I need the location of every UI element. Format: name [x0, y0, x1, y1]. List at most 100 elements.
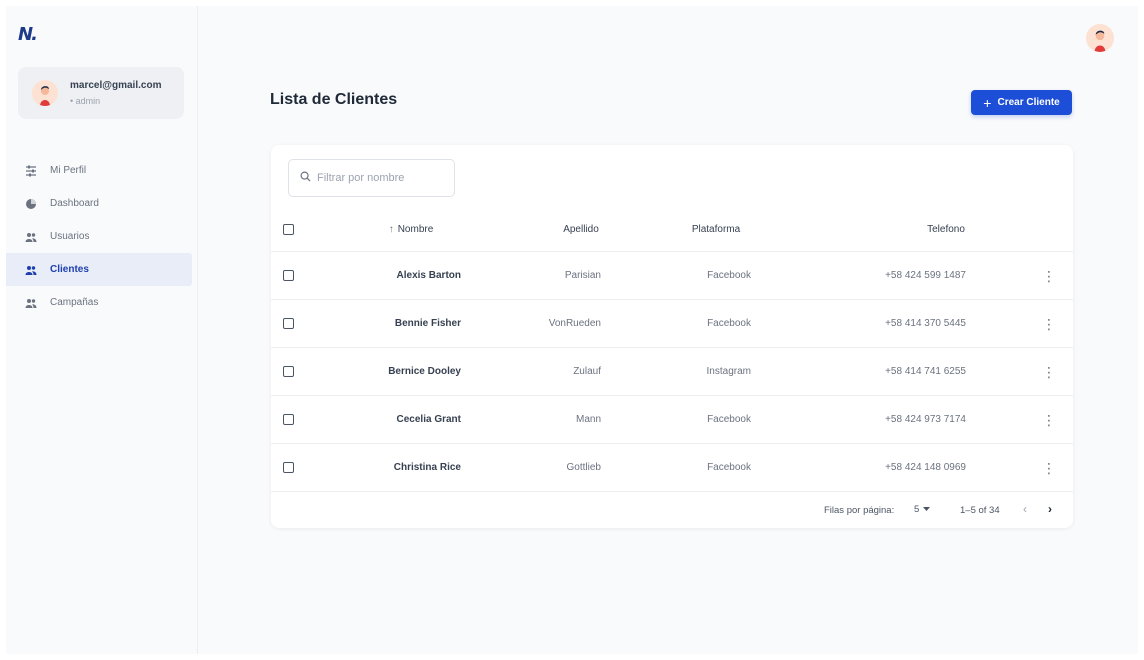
search-input[interactable]: [317, 172, 447, 184]
sidebar-item-label: Dashboard: [50, 198, 99, 209]
cell-apellido: Mann: [575, 414, 601, 425]
rows-per-page-value: 5: [914, 504, 920, 515]
user-email: marcel@gmail.com: [70, 80, 162, 91]
user-role: • admin: [70, 96, 101, 106]
column-header-label: Nombre: [397, 223, 434, 235]
table-row[interactable]: Bernice Dooley Zulauf Instagram +58 414 …: [271, 348, 1073, 396]
create-client-label: Crear Cliente: [997, 97, 1060, 108]
row-select-cell: [283, 300, 294, 347]
row-checkbox[interactable]: [283, 270, 294, 281]
cell-telefono: +58 424 148 0969: [885, 462, 966, 473]
avatar-icon: [1086, 24, 1114, 52]
row-checkbox[interactable]: [283, 318, 294, 329]
sort-arrow-icon: ↑: [388, 223, 394, 235]
create-client-button[interactable]: + Crear Cliente: [971, 90, 1072, 115]
people-icon: [24, 263, 37, 276]
row-select-cell: [283, 444, 294, 491]
chevron-left-icon[interactable]: ‹: [1023, 502, 1027, 516]
header-avatar[interactable]: [1086, 24, 1114, 52]
people-icon: [24, 296, 37, 309]
sidebar-item-mi-perfil[interactable]: Mi Perfil: [6, 154, 198, 187]
table-row[interactable]: Bennie Fisher VonRueden Facebook +58 414…: [271, 300, 1073, 348]
row-select-cell: [283, 396, 294, 443]
sidebar-item-label: Mi Perfil: [50, 165, 87, 176]
clients-table-card: ↑ Nombre Apellido Plataforma Telefono Al…: [271, 145, 1073, 528]
select-all-cell: [283, 207, 294, 251]
row-select-cell: [283, 252, 294, 299]
more-vertical-icon[interactable]: ⋮: [1042, 317, 1056, 331]
table-pagination: Filas por página: 5 1–5 of 34 ‹ ›: [271, 492, 1073, 528]
sidebar-item-label: Clientes: [50, 264, 89, 275]
sidebar-item-label: Usuarios: [50, 231, 90, 242]
chevron-right-icon[interactable]: ›: [1048, 502, 1052, 516]
cell-plataforma: Facebook: [707, 414, 751, 425]
cell-telefono: +58 414 370 5445: [885, 318, 966, 329]
cell-telefono: +58 424 973 7174: [885, 414, 966, 425]
cell-plataforma: Instagram: [706, 366, 751, 377]
pie-chart-icon: [24, 197, 37, 210]
plus-icon: +: [983, 94, 992, 111]
cell-apellido: Parisian: [564, 270, 601, 281]
row-menu-cell: ⋮: [1039, 396, 1059, 443]
column-header-telefono[interactable]: Telefono: [896, 207, 996, 251]
table-row[interactable]: Cecelia Grant Mann Facebook +58 424 973 …: [271, 396, 1073, 444]
cell-telefono: +58 414 741 6255: [885, 366, 966, 377]
logo-text: N.: [18, 24, 38, 45]
cell-apellido: Gottlieb: [566, 462, 601, 473]
user-role-text: admin: [75, 96, 101, 106]
main-content: Lista de Clientes + Crear Cliente ↑ Nomb…: [198, 6, 1138, 654]
row-menu-cell: ⋮: [1039, 348, 1059, 395]
rows-per-page-label: Filas por página:: [824, 505, 895, 516]
cell-nombre: Bernice Dooley: [388, 366, 461, 377]
column-header-plataforma[interactable]: Plataforma: [666, 207, 766, 251]
row-menu-cell: ⋮: [1039, 444, 1059, 491]
sidebar-item-dashboard[interactable]: Dashboard: [6, 187, 198, 220]
cell-nombre: Christina Rice: [393, 462, 461, 473]
table-row[interactable]: Alexis Barton Parisian Facebook +58 424 …: [271, 252, 1073, 300]
search-box[interactable]: [288, 159, 455, 197]
column-header-label: Plataforma: [691, 223, 741, 235]
sidebar: N. marcel@gmail.com • admin Mi Perfil Da…: [6, 6, 198, 654]
page-range: 1–5 of 34: [960, 505, 1000, 516]
page-title: Lista de Clientes: [270, 91, 398, 108]
sidebar-nav: Mi Perfil Dashboard Usuarios Clientes Ca…: [6, 154, 198, 319]
app-frame: N. marcel@gmail.com • admin Mi Perfil Da…: [6, 6, 1138, 654]
column-header-apellido[interactable]: Apellido: [531, 207, 631, 251]
sidebar-item-clientes[interactable]: Clientes: [6, 253, 192, 286]
user-card[interactable]: marcel@gmail.com • admin: [18, 67, 184, 119]
avatar: [32, 80, 58, 106]
cell-nombre: Alexis Barton: [396, 270, 461, 281]
row-checkbox[interactable]: [283, 414, 294, 425]
rows-per-page-select[interactable]: 5: [914, 504, 931, 515]
row-checkbox[interactable]: [283, 366, 294, 377]
cell-nombre: Bennie Fisher: [394, 318, 461, 329]
caret-down-icon: [923, 504, 931, 515]
more-vertical-icon[interactable]: ⋮: [1042, 461, 1056, 475]
cell-nombre: Cecelia Grant: [396, 414, 461, 425]
cell-apellido: VonRueden: [548, 318, 601, 329]
row-menu-cell: ⋮: [1039, 252, 1059, 299]
cell-apellido: Zulauf: [573, 366, 601, 377]
table-header-row: ↑ Nombre Apellido Plataforma Telefono: [271, 207, 1073, 252]
avatar-icon: [32, 80, 58, 106]
column-header-label: Telefono: [927, 223, 965, 235]
select-all-checkbox[interactable]: [283, 223, 294, 235]
logo[interactable]: N.: [18, 24, 58, 48]
more-vertical-icon[interactable]: ⋮: [1042, 365, 1056, 379]
people-icon: [24, 230, 37, 243]
search-icon: [300, 169, 311, 187]
column-header-nombre[interactable]: ↑ Nombre: [366, 207, 456, 251]
column-header-label: Apellido: [563, 223, 599, 235]
row-menu-cell: ⋮: [1039, 300, 1059, 347]
cell-plataforma: Facebook: [707, 318, 751, 329]
more-vertical-icon[interactable]: ⋮: [1042, 413, 1056, 427]
row-checkbox[interactable]: [283, 462, 294, 473]
cell-plataforma: Facebook: [707, 462, 751, 473]
sidebar-item-campanas[interactable]: Campañas: [6, 286, 198, 319]
table-row[interactable]: Christina Rice Gottlieb Facebook +58 424…: [271, 444, 1073, 492]
sidebar-item-label: Campañas: [50, 297, 99, 308]
cell-plataforma: Facebook: [707, 270, 751, 281]
more-vertical-icon[interactable]: ⋮: [1042, 269, 1056, 283]
sidebar-item-usuarios[interactable]: Usuarios: [6, 220, 198, 253]
sliders-icon: [24, 164, 37, 177]
